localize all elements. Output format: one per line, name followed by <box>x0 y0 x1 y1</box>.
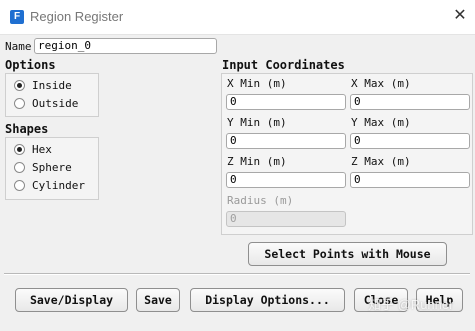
save-display-button[interactable]: Save/Display <box>15 288 128 312</box>
x-min-label: X Min (m) <box>227 77 287 90</box>
x-min-input[interactable]: 0 <box>226 94 346 110</box>
y-min-input[interactable]: 0 <box>226 133 346 149</box>
shapes-group: Hex Sphere Cylinder <box>5 137 99 200</box>
y-max-label: Y Max (m) <box>351 116 411 129</box>
z-min-label: Z Min (m) <box>227 155 287 168</box>
x-max-label: X Max (m) <box>351 77 411 90</box>
z-min-input[interactable]: 0 <box>226 172 346 188</box>
shapes-heading: Shapes <box>5 122 49 136</box>
watermark-text: 知乎 @Runner <box>368 297 454 312</box>
option-label: Inside <box>32 79 72 92</box>
radio-unselected-icon[interactable] <box>14 98 25 109</box>
z-max-input[interactable]: 0 <box>350 172 470 188</box>
close-window-icon[interactable]: ✕ <box>451 5 469 27</box>
name-input[interactable]: region_0 <box>34 38 217 54</box>
shape-label: Cylinder <box>32 179 85 192</box>
app-logo-icon: F <box>10 10 24 24</box>
radio-selected-icon[interactable] <box>14 144 25 155</box>
name-label: Name <box>5 40 32 53</box>
radio-unselected-icon[interactable] <box>14 162 25 173</box>
window-title: Region Register <box>30 9 124 24</box>
title-bar: F Region Register ✕ <box>0 0 475 35</box>
save-button[interactable]: Save <box>136 288 180 312</box>
options-group: Inside Outside <box>5 73 99 117</box>
options-heading: Options <box>5 58 56 72</box>
radio-selected-icon[interactable] <box>14 80 25 91</box>
shape-label: Sphere <box>32 161 72 174</box>
input-coordinates-heading: Input Coordinates <box>222 58 345 72</box>
select-points-with-mouse-button[interactable]: Select Points with Mouse <box>248 242 447 266</box>
z-max-label: Z Max (m) <box>351 155 411 168</box>
radius-input: 0 <box>226 211 346 227</box>
radio-unselected-icon[interactable] <box>14 180 25 191</box>
x-max-input[interactable]: 0 <box>350 94 470 110</box>
display-options-button[interactable]: Display Options... <box>190 288 345 312</box>
footer-separator <box>4 273 470 275</box>
shape-label: Hex <box>32 143 52 156</box>
option-label: Outside <box>32 97 79 110</box>
y-max-input[interactable]: 0 <box>350 133 470 149</box>
radius-label: Radius (m) <box>227 194 294 207</box>
y-min-label: Y Min (m) <box>227 116 287 129</box>
